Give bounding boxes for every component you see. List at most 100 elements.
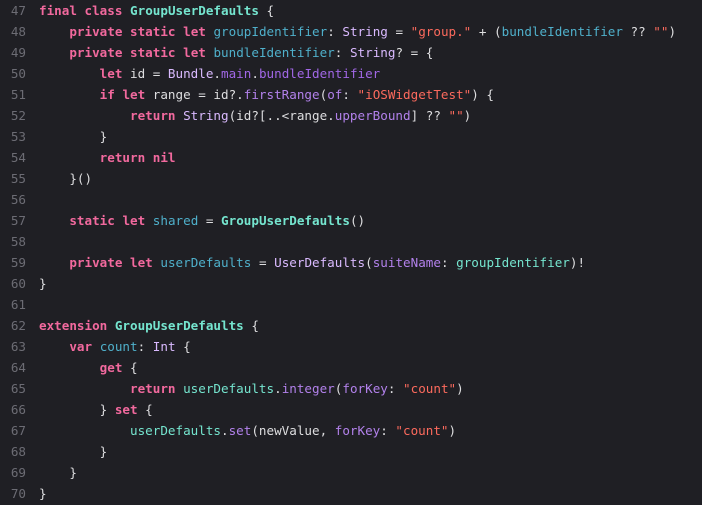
code-token: return	[130, 108, 176, 123]
code-token: ??	[622, 24, 654, 39]
code-token: set	[228, 423, 252, 438]
code-line[interactable]: 62 extension GroupUserDefaults {	[0, 315, 702, 336]
code-line[interactable]: 63 var count: Int {	[0, 336, 702, 357]
code-token: + (	[471, 24, 502, 39]
code-line[interactable]: 53 }	[0, 126, 702, 147]
code-line[interactable]: 51 if let range = id?.firstRange(of: "iO…	[0, 84, 702, 105]
code-line[interactable]: 66 } set {	[0, 399, 702, 420]
code-token: "count"	[395, 423, 449, 438]
line-number: 48	[10, 24, 26, 39]
code-token: var	[69, 339, 93, 354]
code-token: groupIdentifier	[456, 255, 570, 270]
code-text: let id = Bundle.main.bundleIdentifier	[26, 63, 702, 84]
code-token: static	[69, 213, 115, 228]
code-line[interactable]: 60}	[0, 273, 702, 294]
code-line[interactable]: 56	[0, 189, 702, 210]
code-line[interactable]: 54 return nil	[0, 147, 702, 168]
code-token: ""	[448, 108, 464, 123]
code-token: {	[137, 402, 153, 417]
code-token: }	[39, 465, 77, 480]
code-line[interactable]: 67 userDefaults.set(newValue, forKey: "c…	[0, 420, 702, 441]
code-token: bundleIdentifier	[258, 66, 381, 81]
code-token: :	[137, 339, 153, 354]
code-token: =	[198, 213, 222, 228]
code-token: :	[387, 381, 404, 396]
line-number: 53	[10, 129, 26, 144]
code-token: firstRange	[243, 87, 320, 102]
code-token: )!	[569, 255, 586, 270]
code-token: of	[327, 87, 343, 102]
code-line[interactable]: 68 }	[0, 441, 702, 462]
code-token: static	[130, 24, 176, 39]
code-token: .	[274, 381, 282, 396]
code-token: :	[440, 255, 457, 270]
code-token: }()	[39, 171, 93, 186]
code-token: set	[114, 402, 138, 417]
code-token: }	[39, 486, 47, 501]
code-token: {	[122, 360, 138, 375]
code-token: :	[334, 45, 350, 60]
code-token: {	[175, 339, 191, 354]
code-token: (id?[..<range.	[228, 108, 335, 123]
code-token: )	[448, 423, 457, 438]
line-number: 47	[10, 3, 26, 18]
code-line[interactable]: 52 return String(id?[..<range.upperBound…	[0, 105, 702, 126]
code-line[interactable]: 65 return userDefaults.integer(forKey: "…	[0, 378, 702, 399]
code-line[interactable]: 50 let id = Bundle.main.bundleIdentifier	[0, 63, 702, 84]
code-editor[interactable]: 47 final class GroupUserDefaults {48 priv…	[0, 0, 702, 505]
code-token: shared	[152, 213, 199, 228]
code-token: upperBound	[334, 108, 411, 123]
code-token: bundleIdentifier	[501, 24, 623, 39]
code-line[interactable]: 48 private static let groupIdentifier: S…	[0, 21, 702, 42]
code-token: .	[221, 423, 229, 438]
code-token: {	[258, 3, 275, 18]
code-text: }	[26, 462, 702, 483]
code-token: groupIdentifier	[213, 24, 328, 39]
code-line[interactable]: 70}	[0, 483, 702, 504]
line-number: 66	[10, 402, 26, 417]
code-line[interactable]: 59 private let userDefaults = UserDefaul…	[0, 252, 702, 273]
code-line[interactable]: 49 private static let bundleIdentifier: …	[0, 42, 702, 63]
code-token: GroupUserDefaults	[221, 213, 350, 228]
code-token: let	[122, 87, 146, 102]
code-token: )	[463, 108, 472, 123]
line-number: 68	[10, 444, 26, 459]
code-line[interactable]: 47 final class GroupUserDefaults {	[0, 0, 702, 21]
code-token: userDefaults	[183, 381, 275, 396]
code-line[interactable]: 57 static let shared = GroupUserDefaults…	[0, 210, 702, 231]
code-text: }	[26, 126, 702, 147]
code-token: String	[342, 24, 388, 39]
code-token: static	[130, 45, 176, 60]
code-line[interactable]: 55 }()	[0, 168, 702, 189]
code-token: let	[130, 255, 153, 270]
code-line[interactable]: 61	[0, 294, 702, 315]
code-token: String	[183, 108, 229, 123]
code-line[interactable]: 69 }	[0, 462, 702, 483]
code-token: }	[39, 276, 47, 291]
code-token: nil	[152, 150, 176, 165]
code-token: }	[39, 402, 115, 417]
code-token: userDefaults	[160, 255, 252, 270]
code-token: "count"	[403, 381, 457, 396]
line-number: 55	[10, 171, 26, 186]
code-line[interactable]: 64 get {	[0, 357, 702, 378]
code-text: get {	[26, 357, 702, 378]
code-token: if	[99, 87, 115, 102]
line-number: 69	[10, 465, 26, 480]
code-line[interactable]: 58	[0, 231, 702, 252]
code-token: get	[99, 360, 123, 375]
code-token: .	[213, 66, 222, 81]
